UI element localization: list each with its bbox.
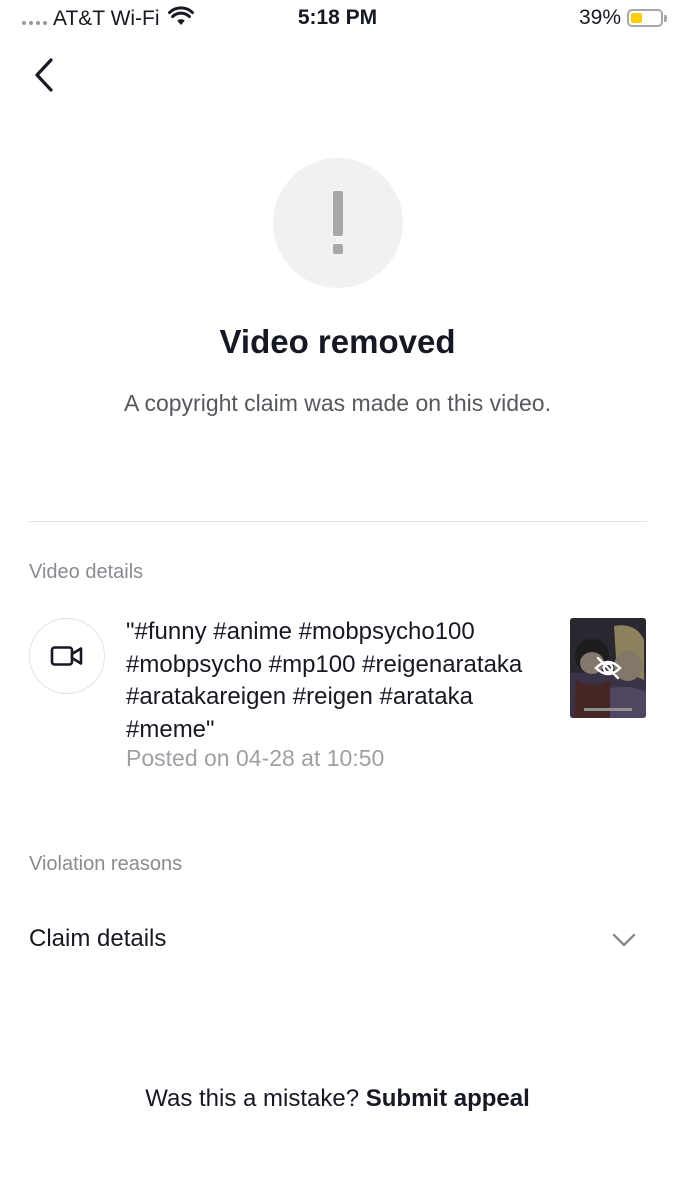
status-right: 39% bbox=[578, 6, 667, 30]
clock-time: 5:18 PM bbox=[297, 6, 378, 29]
video-details-label: Video details bbox=[29, 561, 144, 583]
appeal-prompt: Was this a mistake? Submit appeal bbox=[0, 1085, 675, 1113]
back-button[interactable] bbox=[24, 52, 64, 98]
chevron-down-icon bbox=[612, 933, 636, 947]
claim-details-label: Claim details bbox=[29, 925, 167, 952]
page-title: Video removed bbox=[219, 323, 456, 360]
video-removed-screen: AT&T Wi-Fi 5:18 PM 39% Video removed A c… bbox=[0, 0, 675, 1200]
mistake-question: Was this a mistake? bbox=[145, 1085, 360, 1112]
eye-slash-icon bbox=[594, 656, 622, 680]
video-camera-icon bbox=[29, 618, 105, 694]
posted-date: Posted on 04-28 at 10:50 bbox=[126, 745, 385, 771]
thumbnail-overlay bbox=[570, 618, 646, 718]
battery-fill bbox=[631, 13, 642, 23]
divider bbox=[29, 521, 647, 522]
video-thumbnail[interactable] bbox=[570, 618, 646, 718]
exclamation-icon bbox=[273, 158, 403, 288]
removal-message: A copyright claim was made on this video… bbox=[124, 390, 551, 416]
claim-details-row[interactable]: Claim details bbox=[0, 905, 675, 977]
video-caption: "#funny #anime #mobpsycho100 #mobpsycho … bbox=[126, 618, 523, 743]
status-bar: AT&T Wi-Fi 5:18 PM 39% bbox=[0, 0, 675, 40]
battery-percent: 39% bbox=[578, 6, 621, 29]
submit-appeal-link[interactable]: Submit appeal bbox=[366, 1085, 530, 1112]
violation-reasons-label: Violation reasons bbox=[29, 853, 183, 875]
chevron-left-icon bbox=[35, 58, 53, 92]
battery-icon bbox=[627, 9, 667, 27]
